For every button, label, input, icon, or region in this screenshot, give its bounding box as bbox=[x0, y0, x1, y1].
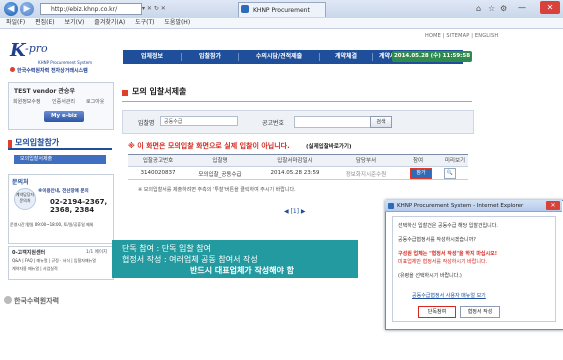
forward-icon[interactable]: ▶ bbox=[20, 2, 34, 16]
bid-name-input[interactable]: 공동수급 bbox=[160, 116, 238, 126]
support-links-row2[interactable]: 계약자용 매뉴얼 | 사업실적 bbox=[12, 266, 58, 272]
annotation-line3: 반드시 대표업체가 작성해야 함 bbox=[190, 266, 295, 275]
help-phone: 02-2194-2367, 2368, 2384 bbox=[50, 198, 108, 214]
menu-view[interactable]: 보기(V) bbox=[65, 19, 85, 26]
col-participate: 참여 bbox=[412, 158, 424, 164]
nav-negotiation[interactable]: 수의시담/견적제출 bbox=[239, 50, 319, 64]
table-note: ※ 모의입찰서를 제출하려면 주측의 '투찰'버튼을 클릭하여 주시기 바랍니다… bbox=[138, 187, 296, 193]
support-page-indicator: 1/1 페이지 bbox=[86, 250, 108, 255]
nav-contract[interactable]: 계약체결 bbox=[320, 50, 372, 64]
tab-favicon-icon bbox=[241, 5, 249, 13]
edit-profile-link[interactable]: 회원정보수정 bbox=[13, 98, 41, 105]
certificate-link[interactable]: 인증서관리 bbox=[52, 98, 75, 105]
home-icon[interactable]: ⌂ bbox=[476, 4, 481, 13]
pagination[interactable]: ◀ [1] ▶ bbox=[284, 208, 306, 215]
date-time-badge: 2014.05.28 (수) 11:59:58 bbox=[392, 51, 472, 62]
support-links-row1[interactable]: Q&A | FAQ | 매뉴얼 | 규정 · 서식 | 입찰자매뉴얼 bbox=[12, 258, 96, 264]
user-name: TEST vendor 관승우 bbox=[14, 88, 75, 95]
help-info-label: ※이용안내, 전산장애 문의 bbox=[38, 189, 89, 194]
menu-edit[interactable]: 편집(E) bbox=[35, 19, 55, 26]
participate-button[interactable]: 참가 bbox=[410, 168, 432, 179]
dialog-ie-icon bbox=[388, 203, 394, 209]
browser-tab[interactable]: KHNP Procurement System bbox=[238, 2, 326, 29]
real-bid-link[interactable]: (실제입찰바로가기) bbox=[306, 142, 352, 150]
address-bar[interactable]: http://ebiz.khnp.co.kr/ bbox=[40, 3, 142, 15]
col-deadline: 입찰서마감일시 bbox=[277, 158, 313, 164]
dialog-warning-line: 구성원 업체는 "협정서 작성"을 하지 마십시오! bbox=[398, 251, 497, 257]
dialog-line1: 선택하신 입찰건은 공동수급 해당 입찰건입니다. bbox=[398, 223, 498, 229]
dialog-close-button[interactable]: ✕ bbox=[546, 201, 560, 210]
footer-logo-icon bbox=[4, 296, 12, 304]
left-menu-title: 모의입찰참가 bbox=[8, 136, 112, 150]
col-bid-name: 입찰명 bbox=[212, 158, 228, 164]
col-notice-number: 입찰공고번호 bbox=[142, 158, 174, 164]
cell-bid-name: 모의입찰_공동수급 bbox=[198, 172, 242, 178]
left-menu-item-mock-bid[interactable]: 모의입찰서제출 bbox=[14, 155, 106, 164]
dialog-line4: 미표업체만 협정서를 작성하시기 바랍니다. bbox=[398, 259, 488, 265]
dialog-title: KHNP Procurement System - Internet Explo… bbox=[385, 200, 562, 212]
annotation-line1: 단독 참여 : 단독 입찰 참여 bbox=[122, 244, 212, 253]
help-title: 문의처 bbox=[12, 179, 29, 186]
address-bar-controls[interactable]: ▾ ✕ ↻ ✕ bbox=[142, 3, 234, 15]
support-title: 0-고객지원센터 bbox=[12, 250, 46, 256]
bid-name-label: 입찰명 bbox=[138, 120, 155, 127]
cell-notice-number: 3140020837 bbox=[140, 170, 176, 176]
title-marker-icon bbox=[122, 90, 128, 96]
nav-company-info[interactable]: 업체정보 bbox=[123, 50, 181, 64]
dialog-line2: 공동수급협정서를 작성하시겠습니까? bbox=[398, 237, 476, 243]
back-icon[interactable]: ◀ bbox=[4, 2, 18, 16]
col-preview: 미리보기 bbox=[444, 158, 466, 164]
mock-warning: ※ 이 화면은 모의입찰 화면으로 실제 입찰이 아닙니다. bbox=[128, 142, 290, 150]
write-agreement-button[interactable]: 협정서 작성 bbox=[460, 306, 500, 318]
notice-number-input[interactable] bbox=[294, 116, 372, 128]
dialog-manual-link[interactable]: 공동수급협정서 사용자 매뉴얼 보기 bbox=[412, 292, 486, 299]
menu-bar: 파일(F) 편집(E) 보기(V) 즐겨찾기(A) 도구(T) 도움말(H) bbox=[0, 18, 563, 29]
help-hours: 운영시간:평일 09:00~18:00, 토/일/공휴일 제외 bbox=[10, 222, 94, 227]
menu-favorites[interactable]: 즐겨찾기(A) bbox=[94, 19, 125, 26]
page-title: 모의 입찰서제출 bbox=[132, 87, 187, 96]
menu-tools[interactable]: 도구(T) bbox=[135, 19, 154, 26]
logo-subtitle: KHNP Procurement System bbox=[38, 60, 93, 65]
my-ebiz-button[interactable]: My e-biz bbox=[44, 111, 84, 122]
logo-company: 한국수력원자력 전자상거래시스템 bbox=[17, 68, 88, 74]
menu-help[interactable]: 도움말(H) bbox=[164, 19, 190, 26]
single-participation-button[interactable]: 단독참여 bbox=[418, 306, 456, 318]
dialog-line5: (유령을 선택하시기 바랍니다.) bbox=[398, 273, 462, 279]
menu-file[interactable]: 파일(F) bbox=[6, 19, 25, 26]
nav-bid-participation[interactable]: 입찰참가 bbox=[182, 50, 238, 64]
logout-link[interactable]: 로그아웃 bbox=[86, 98, 104, 105]
search-button[interactable]: 검색 bbox=[370, 116, 392, 128]
preview-magnifier-icon[interactable]: 🔍 bbox=[444, 168, 456, 179]
help-contact-icon: 계약담당자문의처 bbox=[14, 188, 36, 210]
notice-number-label: 공고번호 bbox=[262, 120, 285, 127]
annotation-line2: 협정서 작성 : 여러업체 공동 참여서 작성 bbox=[122, 255, 258, 264]
gear-icon[interactable]: ⚙ bbox=[500, 4, 507, 13]
cell-deadline: 2014.05.28 23:59 bbox=[270, 170, 320, 176]
footer-logo-text: 한국수력원자력 bbox=[14, 297, 60, 305]
logo-k[interactable]: K bbox=[10, 40, 26, 61]
title-divider bbox=[122, 101, 472, 102]
col-department: 담당부서 bbox=[355, 158, 377, 164]
star-icon[interactable]: ☆ bbox=[488, 4, 495, 13]
logo-pro[interactable]: -pro bbox=[25, 42, 48, 55]
cell-department: 정보화지시준수원 bbox=[345, 172, 387, 178]
top-links[interactable]: HOME | SITEMAP | ENGLISH bbox=[425, 33, 498, 39]
minimize-button[interactable]: — bbox=[512, 1, 532, 14]
close-button[interactable]: ✕ bbox=[540, 1, 560, 14]
